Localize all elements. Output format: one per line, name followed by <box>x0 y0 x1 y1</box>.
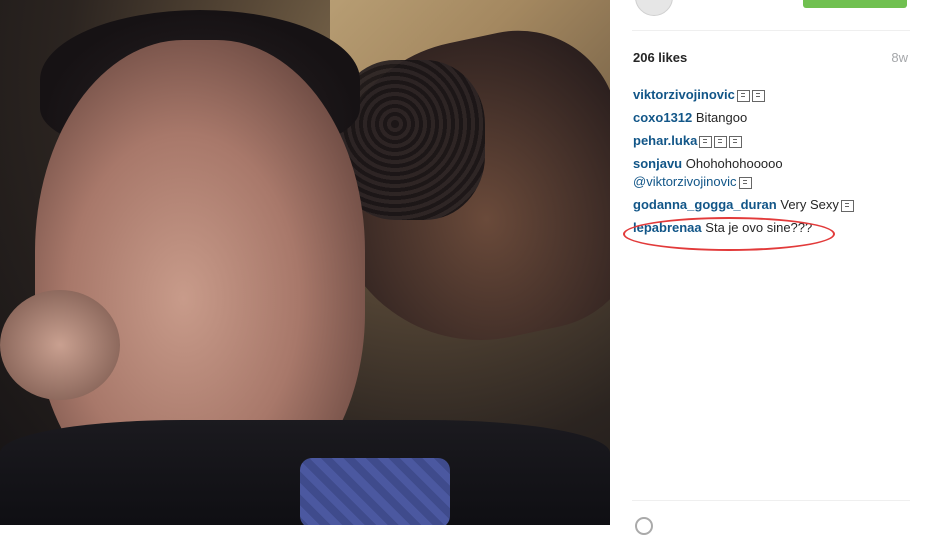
post-photo[interactable] <box>0 0 610 525</box>
comment-viktorzivojinovic: viktorzivojinovic <box>633 86 913 104</box>
unknown-glyph-icon <box>714 135 728 148</box>
comment-username[interactable]: godanna_gogga_duran <box>633 197 777 212</box>
comment-sonjavu: sonjavu Ohohohohooooo @viktorzivojinovic <box>633 155 913 191</box>
comment-username[interactable]: sonjavu <box>633 156 682 171</box>
unknown-glyph-icon <box>729 135 743 148</box>
divider <box>632 500 910 501</box>
unknown-glyph-icon <box>751 89 765 102</box>
comment-coxo1312: coxo1312 Bitangoo <box>633 109 913 127</box>
comment-godanna-gogga-duran: godanna_gogga_duran Very Sexy <box>633 196 913 214</box>
comment-mention[interactable]: @viktorzivojinovic <box>633 174 737 189</box>
divider <box>632 30 910 31</box>
unknown-glyph-icon <box>699 135 713 148</box>
heart-icon[interactable] <box>635 517 653 535</box>
photo-arm <box>0 290 120 400</box>
follow-button[interactable] <box>803 0 907 8</box>
post-sidebar: 206 likes 8w viktorzivojinovic coxo1312 B… <box>610 0 930 535</box>
post-time[interactable]: 8w <box>891 50 908 65</box>
unknown-glyph-icon <box>840 199 854 212</box>
comment-username[interactable]: pehar.luka <box>633 133 697 148</box>
comment-pehar-luka: pehar.luka <box>633 132 913 150</box>
photo-bowtie <box>300 458 450 525</box>
comment-text: Very Sexy <box>780 197 839 212</box>
comment-text: Ohohohohooooo <box>685 156 783 171</box>
comment-text: Bitangoo <box>695 110 748 125</box>
unknown-glyph-icon <box>738 176 752 189</box>
unknown-glyph-icon <box>736 89 750 102</box>
avatar[interactable] <box>635 0 673 16</box>
highlight-annotation <box>623 217 835 251</box>
comment-username[interactable]: coxo1312 <box>633 110 692 125</box>
comment-username[interactable]: viktorzivojinovic <box>633 87 735 102</box>
likes-count[interactable]: 206 likes <box>633 50 687 65</box>
